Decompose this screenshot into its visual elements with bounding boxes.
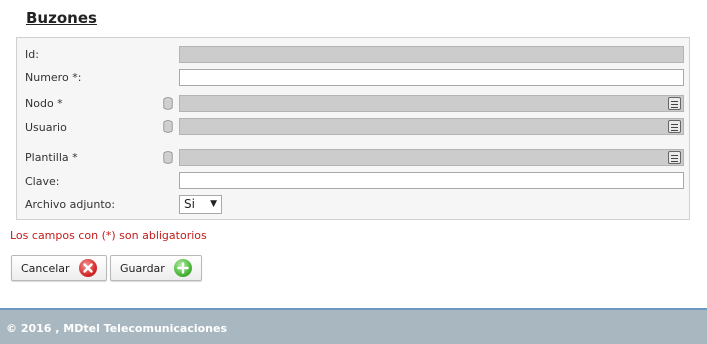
database-icon[interactable] [163, 151, 173, 164]
database-icon[interactable] [163, 97, 173, 110]
copyright-text: © 2016 , MDtel Telecomunicaciones [6, 322, 228, 335]
list-icon[interactable] [668, 120, 681, 133]
plantilla-field[interactable] [179, 149, 684, 166]
numero-label: Numero *: [25, 71, 82, 84]
required-fields-note: Los campos con (*) son abligatorios [10, 229, 207, 242]
clave-label: Clave: [25, 175, 60, 188]
chevron-down-icon: ▼ [210, 199, 217, 209]
id-label: Id: [25, 48, 39, 61]
buzon-form: Id: Numero *: Nodo * Usuario Plantilla * [16, 37, 690, 220]
close-circle-icon [79, 259, 97, 277]
usuario-field[interactable] [179, 118, 684, 135]
list-icon[interactable] [668, 151, 681, 164]
save-button[interactable]: Guardar [110, 255, 202, 281]
nodo-label: Nodo * [25, 97, 63, 110]
database-icon[interactable] [163, 120, 173, 133]
archivo-adjunto-label: Archivo adjunto: [25, 198, 116, 211]
usuario-label: Usuario [25, 121, 67, 134]
cancel-button[interactable]: Cancelar [11, 255, 107, 281]
footer: © 2016 , MDtel Telecomunicaciones [0, 308, 707, 344]
page-title: Buzones [26, 9, 97, 27]
id-field [179, 46, 684, 63]
plus-circle-icon [174, 259, 192, 277]
plantilla-label: Plantilla * [25, 151, 78, 164]
archivo-adjunto-select[interactable]: Si ▼ [179, 195, 222, 214]
nodo-field[interactable] [179, 95, 684, 112]
clave-input[interactable] [179, 172, 684, 189]
numero-input[interactable] [179, 69, 684, 86]
list-icon[interactable] [668, 97, 681, 110]
